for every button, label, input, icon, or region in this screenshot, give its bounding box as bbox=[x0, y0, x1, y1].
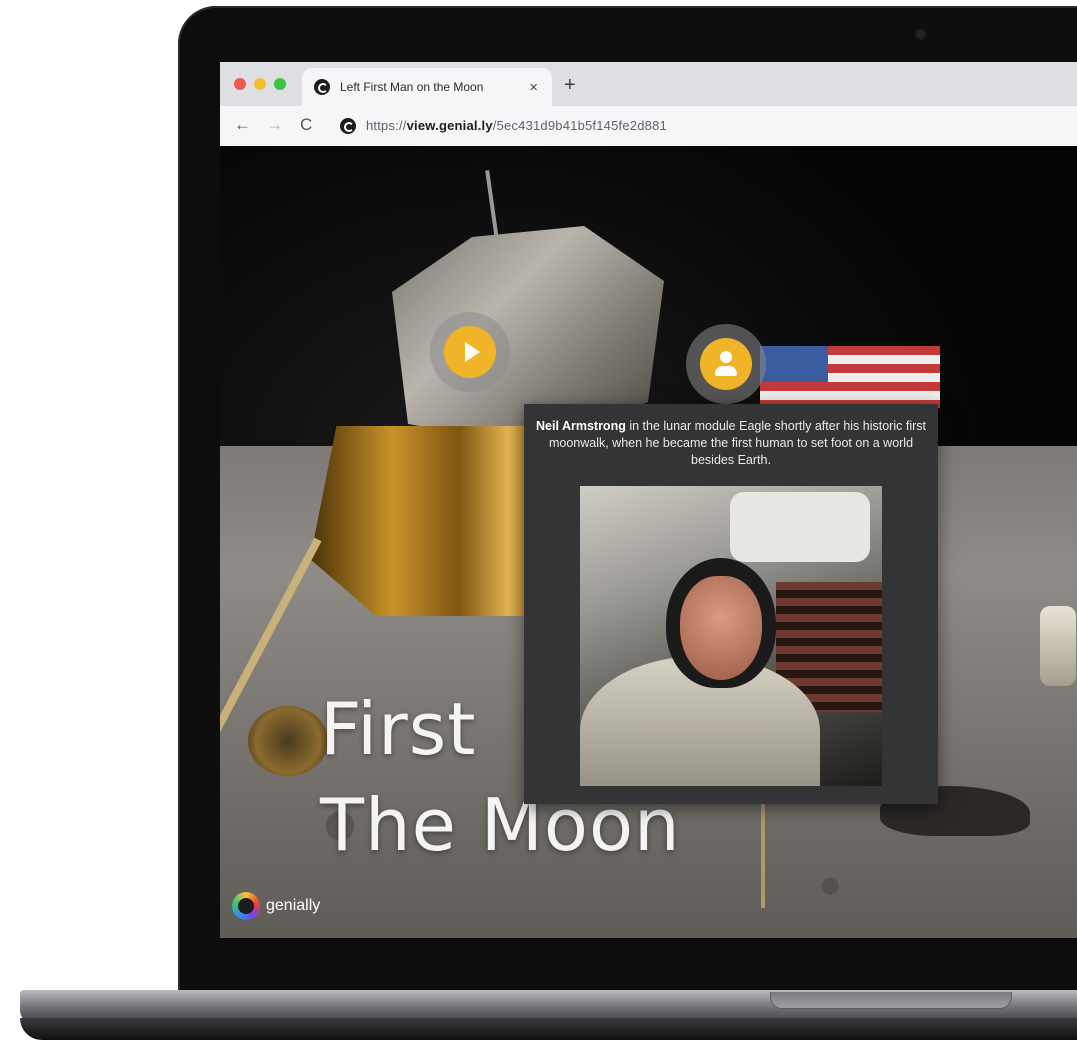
browser-tab[interactable]: Left First Man on the Moon × bbox=[302, 68, 552, 106]
address-bar: ← → C https://view.genial.ly/5ec431d9b41… bbox=[220, 106, 1077, 147]
window-close-button[interactable] bbox=[234, 78, 246, 90]
laptop-camera bbox=[916, 30, 925, 39]
play-icon bbox=[444, 326, 496, 378]
title-line-1: First bbox=[320, 687, 477, 771]
url-field[interactable]: https://view.genial.ly/5ec431d9b41b5f145… bbox=[366, 118, 667, 133]
reload-icon[interactable]: C bbox=[300, 115, 312, 135]
info-popup: Neil Armstrong in the lunar module Eagle… bbox=[524, 404, 938, 804]
tab-title: Left First Man on the Moon bbox=[340, 80, 484, 94]
window-minimize-button[interactable] bbox=[254, 78, 266, 90]
site-favicon-icon bbox=[340, 118, 356, 134]
new-tab-button[interactable]: + bbox=[564, 74, 576, 97]
armstrong-photo bbox=[580, 486, 882, 786]
tab-close-icon[interactable]: × bbox=[529, 79, 538, 96]
url-domain: view.genial.ly bbox=[406, 118, 493, 133]
genially-logo-icon bbox=[232, 892, 260, 920]
popup-caption-name: Neil Armstrong bbox=[536, 419, 626, 433]
laptop-base-lip bbox=[20, 1018, 1077, 1040]
distant-astronaut bbox=[1040, 606, 1076, 686]
browser-tab-bar: Left First Man on the Moon × + bbox=[220, 62, 1077, 106]
photo-face bbox=[680, 576, 762, 680]
window-maximize-button[interactable] bbox=[274, 78, 286, 90]
photo-window bbox=[730, 492, 870, 562]
logo-text: genially bbox=[266, 897, 321, 914]
url-scheme: https:// bbox=[366, 118, 407, 133]
play-glyph bbox=[465, 342, 480, 362]
info-hotspot-button[interactable] bbox=[686, 324, 766, 404]
url-path: /5ec431d9b41b5f145fe2d881 bbox=[492, 118, 667, 133]
video-hotspot-button[interactable] bbox=[430, 312, 510, 392]
genially-logo[interactable]: genially bbox=[232, 892, 320, 920]
person-body-glyph bbox=[715, 366, 737, 376]
person-head-glyph bbox=[720, 351, 732, 363]
genially-favicon-icon bbox=[314, 79, 330, 95]
forward-arrow-icon[interactable]: → bbox=[266, 115, 283, 135]
laptop-screen: Left First Man on the Moon × + ← → C htt… bbox=[220, 62, 1077, 938]
lunar-module-footpad bbox=[248, 706, 328, 776]
genially-presentation: First The Moon Neil Armstrong in the lun… bbox=[220, 146, 1077, 938]
lunar-module-antenna bbox=[485, 170, 499, 240]
us-flag-canton bbox=[760, 346, 828, 382]
popup-caption: Neil Armstrong in the lunar module Eagle… bbox=[534, 418, 928, 469]
person-icon bbox=[700, 338, 752, 390]
back-arrow-icon[interactable]: ← bbox=[234, 115, 251, 135]
laptop-trackpad-notch bbox=[770, 992, 1012, 1009]
